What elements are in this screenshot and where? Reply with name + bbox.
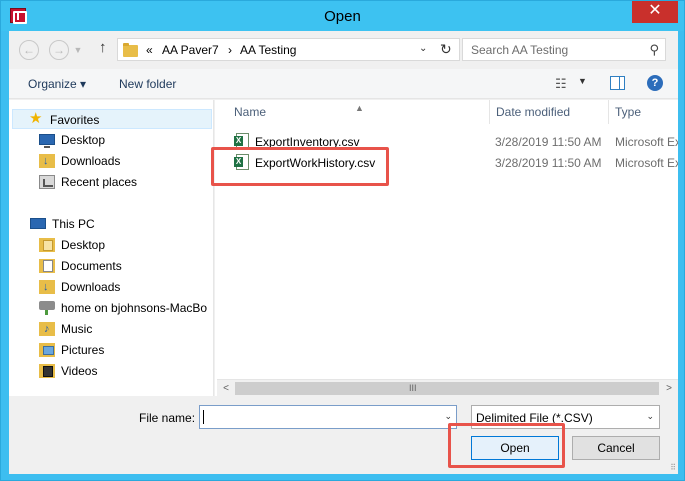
text-caret	[203, 410, 204, 424]
file-date: 3/28/2019 11:50 AM	[495, 135, 602, 149]
documents-folder-icon	[39, 259, 55, 273]
address-dropdown-icon[interactable]: ⌄	[419, 43, 427, 54]
file-name-dropdown-icon[interactable]: ⌄	[444, 411, 452, 422]
navigation-pane: ★ Favorites Desktop Downloads Recent pla…	[9, 100, 214, 396]
scrollbar-grip-icon: III	[409, 383, 417, 393]
highlight-export-work-history	[211, 147, 389, 186]
nav-this-pc-label: This PC	[52, 217, 95, 231]
breadcrumb-aa-testing[interactable]: AA Testing	[240, 43, 296, 57]
videos-folder-icon	[39, 364, 55, 378]
file-type: Microsoft Ex	[615, 156, 678, 170]
change-view-icon[interactable]: ☷	[555, 76, 567, 92]
network-drive-icon	[39, 301, 55, 315]
chevron-down-icon[interactable]: ⌄	[646, 411, 654, 422]
pictures-folder-icon	[39, 343, 55, 357]
cancel-button[interactable]: Cancel	[572, 436, 660, 460]
file-name-label: File name:	[139, 411, 196, 425]
sort-ascending-icon: ▲	[355, 103, 364, 113]
resize-grip-icon[interactable]: ⠿	[670, 463, 676, 472]
nav-item-label: Downloads	[61, 280, 121, 294]
forward-button[interactable]: →	[49, 40, 69, 60]
file-name-input[interactable]: ⌄	[199, 405, 457, 429]
search-placeholder: Search AA Testing	[471, 43, 569, 57]
downloads-folder-icon	[39, 277, 55, 297]
nav-favorites-label: Favorites	[50, 113, 100, 127]
help-icon[interactable]: ?	[647, 75, 663, 91]
window-title: Open	[324, 8, 361, 25]
recent-places-icon	[39, 175, 55, 189]
scroll-right-icon[interactable]: >	[661, 381, 677, 396]
breadcrumb-separator: ›	[228, 43, 232, 57]
scrollbar-thumb[interactable]: III	[235, 382, 659, 395]
view-options-dropdown[interactable]: ▼	[578, 76, 587, 86]
search-input[interactable]: Search AA Testing ⚲	[462, 38, 666, 61]
horizontal-scrollbar[interactable]: < III >	[217, 379, 678, 396]
column-header-type[interactable]: Type	[596, 100, 678, 124]
breadcrumb-aa-paver7[interactable]: AA Paver7	[162, 43, 219, 57]
refresh-icon[interactable]: ↻	[440, 41, 452, 58]
nav-item-label: home on bjohnsons-MacBo	[61, 301, 208, 315]
new-folder-button[interactable]: New folder	[119, 77, 176, 91]
nav-item-label: Documents	[61, 259, 122, 273]
nav-item-label: Downloads	[61, 154, 121, 168]
file-date: 3/28/2019 11:50 AM	[495, 156, 602, 170]
preview-pane-icon[interactable]	[610, 76, 625, 90]
recent-locations-dropdown[interactable]: ▼	[71, 40, 85, 60]
desktop-folder-icon	[39, 238, 55, 252]
column-header-name[interactable]: Name ▲	[215, 100, 489, 124]
address-bar[interactable]: « AA Paver7 › AA Testing ⌄ ↻	[117, 38, 460, 61]
nav-item-label: Recent places	[61, 175, 138, 189]
downloads-folder-icon	[39, 151, 55, 171]
organize-button[interactable]: Organize ▾	[28, 77, 86, 91]
open-dialog: Open ✕ ← → ▼ ↑ « AA Paver7 › AA Testing …	[0, 0, 685, 481]
close-button[interactable]: ✕	[632, 1, 678, 23]
search-icon[interactable]: ⚲	[649, 42, 659, 58]
nav-item-label: Desktop	[61, 238, 106, 252]
back-button[interactable]: ←	[19, 40, 39, 60]
up-button[interactable]: ↑	[99, 39, 107, 56]
desktop-icon	[39, 134, 55, 148]
computer-icon	[30, 218, 46, 229]
title-bar[interactable]: Open ✕	[1, 1, 684, 31]
nav-item-label: Pictures	[61, 343, 105, 357]
nav-item-label: Desktop	[61, 133, 106, 147]
nav-item-label: Videos	[61, 364, 98, 378]
file-type: Microsoft Ex	[615, 135, 678, 149]
dialog-body: ← → ▼ ↑ « AA Paver7 › AA Testing ⌄ ↻ Sea…	[9, 31, 678, 474]
address-row: ← → ▼ ↑ « AA Paver7 › AA Testing ⌄ ↻ Sea…	[9, 31, 678, 68]
music-folder-icon	[39, 319, 55, 339]
column-header-date-modified[interactable]: Date modified	[477, 100, 607, 124]
folder-icon	[123, 43, 138, 57]
nav-favorites[interactable]: ★ Favorites	[12, 109, 212, 129]
column-header-name-label: Name	[234, 105, 267, 119]
star-icon: ★	[29, 110, 43, 127]
scroll-left-icon[interactable]: <	[218, 381, 234, 396]
breadcrumb-overflow[interactable]: «	[146, 43, 153, 57]
command-bar: Organize ▾ New folder ☷ ▼ ?	[9, 69, 678, 99]
highlight-open-button	[448, 423, 565, 468]
file-list: Name ▲ Date modified Type ExportInventor…	[215, 100, 678, 396]
nav-item-label: Music	[61, 322, 93, 336]
